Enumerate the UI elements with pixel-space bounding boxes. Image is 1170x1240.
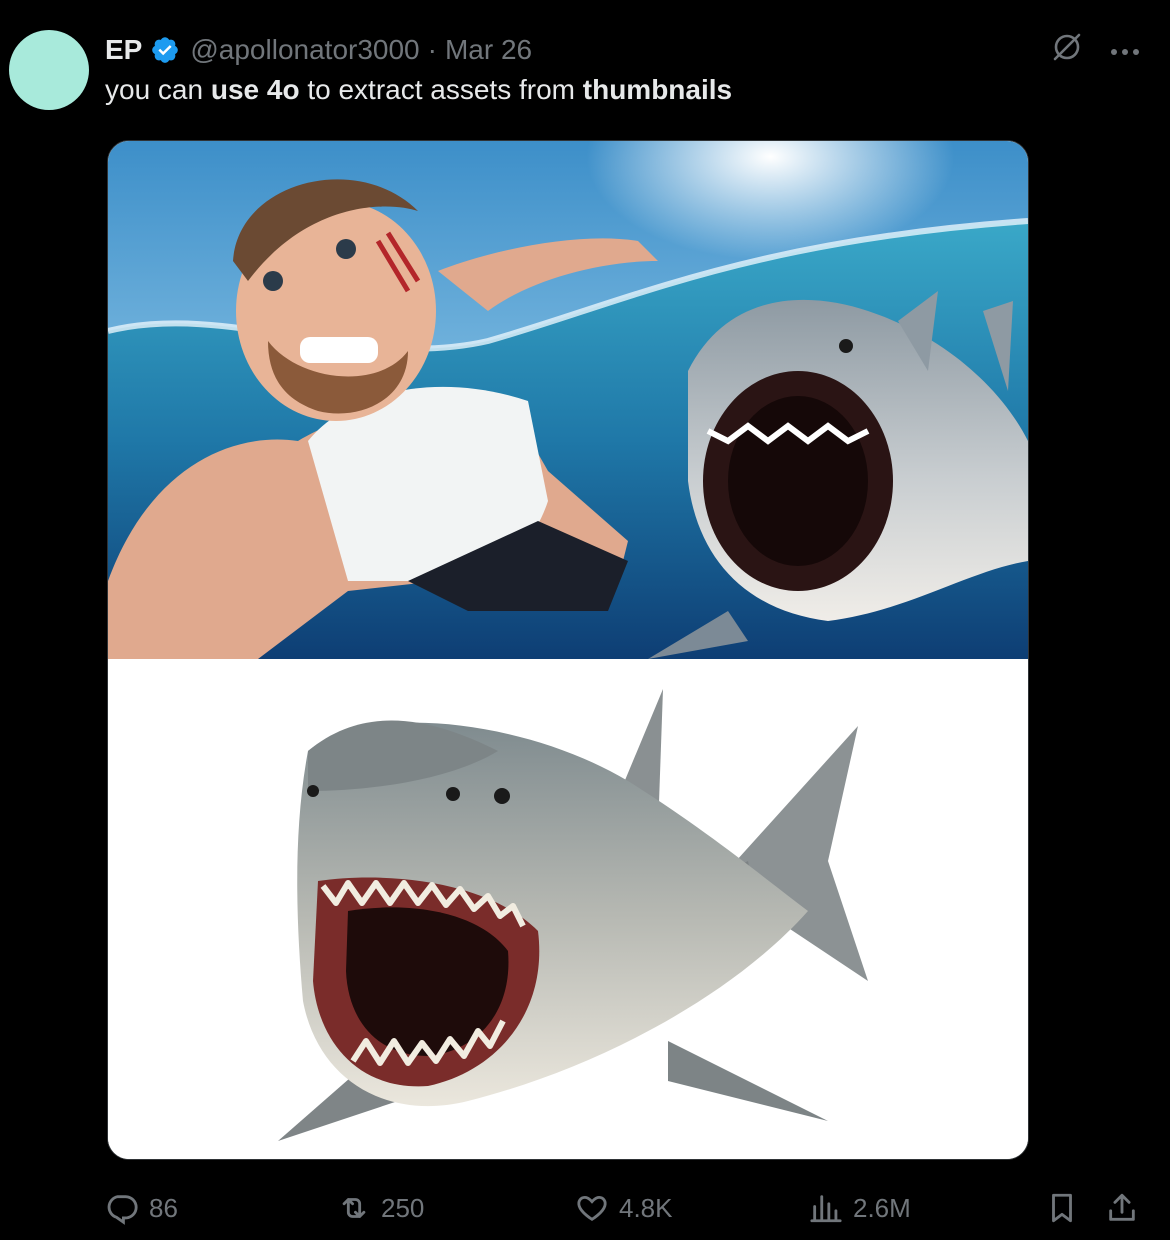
tweet-header: EP @apollonator3000 · Mar 26: [105, 30, 532, 70]
reply-count: 86: [149, 1193, 178, 1223]
bookmark-icon: [1052, 1193, 1072, 1223]
like-button[interactable]: 4.8K: [575, 1186, 673, 1230]
tweet-text-bold: use 4o: [210, 74, 300, 105]
more-options-icon[interactable]: [1110, 33, 1140, 61]
media-image[interactable]: [108, 141, 1028, 1159]
grok-icon[interactable]: [1050, 30, 1084, 64]
shark-attack-thumbnail-image: [108, 141, 1028, 659]
repost-icon: [342, 1198, 366, 1218]
heart-icon: [577, 1195, 607, 1221]
tweet-text: you can use 4o to extract assets from th…: [105, 74, 732, 106]
tweet-text-part: to extract assets from: [299, 74, 583, 105]
views-icon: [810, 1195, 842, 1223]
view-count: 2.6M: [853, 1193, 911, 1223]
repost-count: 250: [381, 1193, 425, 1223]
tweet[interactable]: EP @apollonator3000 · Mar 26 you can use…: [0, 0, 1170, 1240]
tweet-date[interactable]: Mar 26: [445, 34, 532, 66]
avatar[interactable]: [9, 30, 89, 110]
tweet-text-part: you can: [105, 74, 211, 105]
tweet-media[interactable]: [107, 140, 1029, 1160]
extracted-shark-image: [108, 659, 1028, 1159]
tweet-text-bold: thumbnails: [582, 74, 733, 105]
verified-badge-icon: [150, 35, 180, 65]
top-actions: [1050, 30, 1140, 64]
repost-button[interactable]: 250: [337, 1186, 424, 1230]
like-count: 4.8K: [619, 1193, 673, 1223]
reply-icon: [107, 1195, 138, 1225]
share-button[interactable]: [1105, 1186, 1149, 1230]
bookmark-button[interactable]: [1045, 1186, 1089, 1230]
share-icon: [1109, 1193, 1135, 1221]
separator-dot: ·: [427, 34, 437, 65]
views-button[interactable]: 2.6M: [809, 1186, 911, 1230]
author-name[interactable]: EP: [105, 34, 142, 66]
tweet-actions: 86 250 4.8K 2.6M: [105, 1186, 1145, 1230]
author-handle[interactable]: @apollonator3000: [190, 34, 419, 66]
reply-button[interactable]: 86: [105, 1186, 178, 1230]
